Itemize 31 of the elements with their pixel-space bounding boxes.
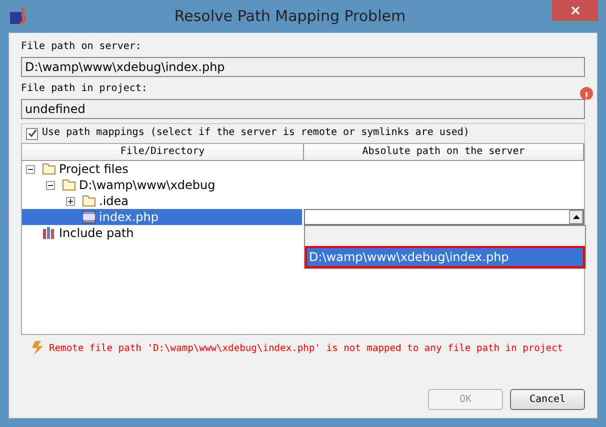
dropdown-option[interactable]: D:\wamp\www\xdebug\index.php [305, 246, 585, 268]
collapse-icon[interactable] [26, 164, 35, 174]
folder-icon [62, 179, 76, 191]
lightning-icon [31, 341, 45, 355]
checkbox[interactable] [26, 128, 38, 140]
column-header[interactable]: Absolute path on the server [304, 144, 584, 160]
books-icon [42, 227, 56, 239]
collapse-icon[interactable] [46, 180, 55, 190]
window-title: Resolve Path Mapping Problem [173, 7, 407, 25]
tree-node[interactable]: index.php [22, 209, 302, 225]
tree-node[interactable]: Include path [22, 225, 302, 241]
field-label: File path in project: [21, 83, 148, 96]
column-header[interactable]: File/Directory [22, 144, 304, 160]
close-button[interactable] [552, 0, 598, 21]
folder-icon [42, 163, 56, 175]
tree-node[interactable]: Project files [22, 161, 302, 177]
folder-icon [82, 195, 96, 207]
checkbox-label: Use path mappings (select if the server is remote or symlinks are used) [42, 126, 470, 140]
tree-node[interactable]: D:\wamp\www\xdebug [22, 177, 302, 193]
expand-icon[interactable] [66, 196, 75, 206]
field-label: File path on server: [21, 41, 142, 54]
server-path-field[interactable]: D:\wamp\www\xdebug\index.php [21, 57, 585, 77]
tree-node[interactable]: .idea [22, 193, 302, 209]
close-icon [570, 6, 580, 15]
php-file-icon [82, 210, 96, 224]
path-combo-box[interactable] [304, 209, 584, 225]
error-message: Remote file path 'D:\wamp\www\xdebug\index.php' is not mapped to any file path in project [49, 342, 564, 354]
cancel-button[interactable]: Cancel [510, 389, 585, 410]
caret-icon[interactable] [569, 210, 583, 224]
project-path-field[interactable]: undefined [21, 99, 585, 119]
php-logo-icon [10, 7, 28, 25]
